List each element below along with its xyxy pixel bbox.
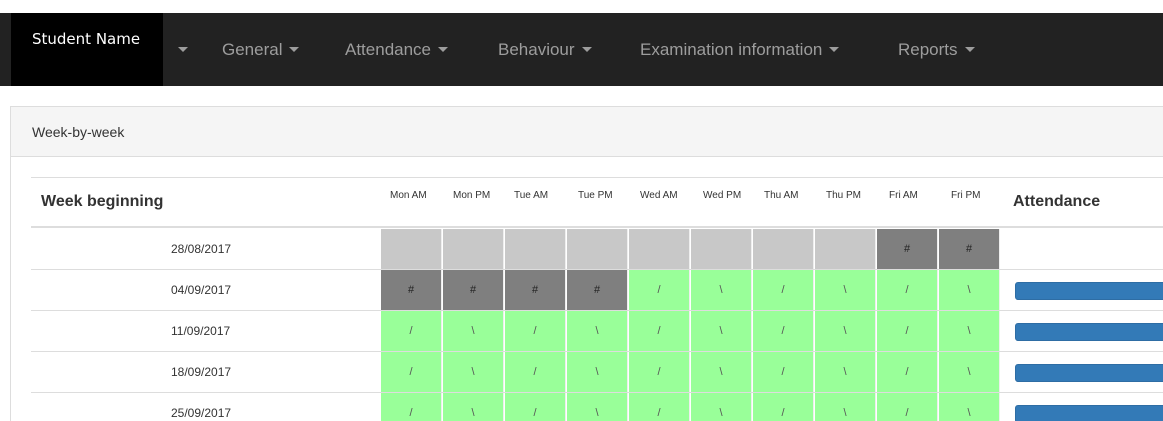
session-cell: / <box>877 270 938 310</box>
nav-dropdown-examination[interactable]: Examination information <box>640 13 840 86</box>
session-cell: / <box>753 311 814 351</box>
session-cell: / <box>381 352 442 392</box>
caret-down-icon <box>581 47 592 52</box>
header-session: Mon AM <box>390 190 427 201</box>
attendance-bar[interactable] <box>1015 405 1163 421</box>
attendance-bar[interactable] <box>1015 282 1163 300</box>
session-cell: / <box>505 393 566 421</box>
nav-label-examination: Examination information <box>640 39 823 59</box>
table-header-row: Week beginning Mon AM Mon PM Tue AM Tue … <box>31 177 1163 228</box>
session-cell: \ <box>815 393 876 421</box>
session-cell: \ <box>443 311 504 351</box>
session-cell: / <box>381 311 442 351</box>
session-cell: \ <box>691 352 752 392</box>
session-cell: \ <box>567 352 628 392</box>
header-attendance: Attendance <box>1013 193 1101 210</box>
session-cell: / <box>877 352 938 392</box>
session-cell: # <box>939 229 1000 269</box>
session-cell: \ <box>691 311 752 351</box>
panel-title: Week-by-week <box>32 124 125 140</box>
session-cell: \ <box>939 270 1000 310</box>
page: Student Name General Attendance Behaviou… <box>0 0 1163 421</box>
session-cell: \ <box>815 352 876 392</box>
table-row: 28/08/2017 # # <box>31 229 1163 270</box>
header-session: Wed PM <box>703 190 742 201</box>
table-row: 18/09/2017/\ / \ / \ / \ / \ <box>31 352 1163 393</box>
session-cell: / <box>877 311 938 351</box>
week-date: 11/09/2017 <box>171 324 231 338</box>
session-cell: / <box>505 352 566 392</box>
header-session: Wed AM <box>640 190 678 201</box>
caret-down-icon <box>178 47 188 52</box>
attendance-bar[interactable] <box>1015 364 1163 382</box>
session-cell: # <box>877 229 938 269</box>
session-cell: / <box>629 311 690 351</box>
header-session: Thu AM <box>764 190 799 201</box>
session-cell: # <box>567 270 628 310</box>
header-session: Fri AM <box>889 190 918 201</box>
session-cell: \ <box>815 311 876 351</box>
session-cell <box>567 229 628 269</box>
session-cell: \ <box>567 311 628 351</box>
session-cell: \ <box>691 393 752 421</box>
panel-heading: Week-by-week <box>11 107 1163 157</box>
session-cell: \ <box>815 270 876 310</box>
session-cell: \ <box>567 393 628 421</box>
session-cell <box>691 229 752 269</box>
session-cell: / <box>753 393 814 421</box>
attendance-bar[interactable] <box>1015 323 1163 341</box>
nav-label-attendance: Attendance <box>345 39 432 59</box>
session-cell: / <box>629 393 690 421</box>
session-cell: # <box>381 270 442 310</box>
session-cell: \ <box>443 393 504 421</box>
header-session: Mon PM <box>453 190 491 201</box>
header-session: Tue PM <box>578 190 613 201</box>
navbar-shadow-strip <box>0 86 1163 106</box>
nav-label-behaviour: Behaviour <box>498 39 575 59</box>
header-session: Thu PM <box>826 190 862 201</box>
week-date: 18/09/2017 <box>171 365 232 379</box>
session-cell <box>505 229 566 269</box>
session-cell <box>753 229 814 269</box>
session-cell: / <box>629 270 690 310</box>
header-session: Fri PM <box>951 190 981 201</box>
table-row: 04/09/2017 # # # # / \ / \ / \ <box>31 270 1163 311</box>
session-cell: / <box>753 270 814 310</box>
week-date: 25/09/2017 <box>171 406 232 420</box>
session-cell: \ <box>939 393 1000 421</box>
table-row: 11/09/2017/\ / \ / \ / \ / \ <box>31 311 1163 352</box>
nav-dropdown-reports[interactable]: Reports <box>898 13 975 86</box>
nav-dropdown-general[interactable]: General <box>222 13 300 86</box>
session-cell: / <box>753 352 814 392</box>
header-session: Tue AM <box>514 190 549 201</box>
nav-dropdown-attendance[interactable]: Attendance <box>345 13 449 86</box>
session-cell <box>443 229 504 269</box>
session-cell: / <box>877 393 938 421</box>
header-week-beginning: Week beginning <box>41 193 164 210</box>
caret-down-icon <box>438 47 449 52</box>
session-cell <box>629 229 690 269</box>
session-cell: \ <box>939 311 1000 351</box>
nav-dropdown-behaviour[interactable]: Behaviour <box>498 13 592 86</box>
session-cell: \ <box>691 270 752 310</box>
week-date: 28/08/2017 <box>171 242 232 256</box>
session-cell <box>815 229 876 269</box>
session-cell: # <box>443 270 504 310</box>
nav-label-reports: Reports <box>898 39 958 59</box>
session-cell: / <box>629 352 690 392</box>
week-date: 04/09/2017 <box>171 283 232 297</box>
caret-down-icon <box>964 47 975 52</box>
session-cell: / <box>505 311 566 351</box>
session-cell: / <box>381 393 442 421</box>
session-cell: \ <box>939 352 1000 392</box>
session-cell: \ <box>443 352 504 392</box>
nav-label-general: General <box>222 39 283 59</box>
student-name-brand[interactable]: Student Name <box>11 13 163 86</box>
session-cell <box>381 229 442 269</box>
caret-down-icon <box>289 47 300 52</box>
session-cell: # <box>505 270 566 310</box>
nav-dropdown-student[interactable] <box>171 13 188 86</box>
caret-down-icon <box>829 47 840 52</box>
table-row: 25/09/2017/\ / \ / \ / \ / \ <box>31 393 1163 421</box>
